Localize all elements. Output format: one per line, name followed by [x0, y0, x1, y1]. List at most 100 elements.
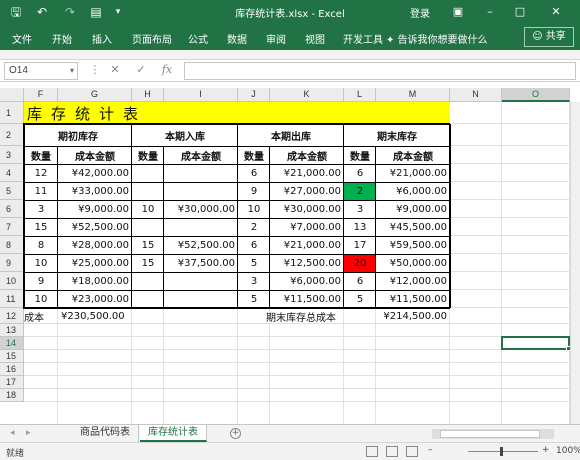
data-cell[interactable]: ¥23,000.00 — [58, 290, 132, 308]
group-header-cell[interactable]: 期末库存 — [344, 124, 450, 146]
data-cell[interactable]: ¥33,000.00 — [58, 182, 132, 200]
row-header[interactable]: 12 — [0, 308, 24, 324]
data-cell[interactable]: 10 — [24, 254, 58, 272]
row-header[interactable]: 7 — [0, 218, 24, 236]
data-cell[interactable]: ¥30,000.00 — [270, 200, 344, 218]
data-cell[interactable] — [132, 272, 164, 290]
data-cell[interactable] — [164, 182, 238, 200]
tab-formulas[interactable]: 公式 — [188, 31, 208, 46]
sheet-tab-inventory[interactable]: 库存统计表 — [140, 425, 207, 442]
summary-label-cell[interactable]: 成本 — [24, 308, 58, 324]
tab-data[interactable]: 数据 — [227, 31, 247, 46]
data-cell[interactable] — [132, 290, 164, 308]
tab-insert[interactable]: 插入 — [92, 31, 112, 46]
zoom-slider[interactable] — [468, 451, 538, 452]
horizontal-scrollbar[interactable] — [432, 429, 554, 439]
sub-header-cell[interactable]: 成本金额 — [164, 146, 238, 164]
data-cell[interactable]: 5 — [238, 254, 270, 272]
zoom-out-icon[interactable]: – — [428, 445, 433, 455]
summary-end-label-cell[interactable]: 期末库存总成本 — [238, 308, 376, 324]
data-cell[interactable]: 10 — [238, 200, 270, 218]
row-header[interactable]: 17 — [0, 376, 24, 389]
column-header[interactable]: N — [450, 88, 502, 102]
column-header[interactable]: I — [164, 88, 238, 102]
sheet-title-cell[interactable]: 库存统计表 — [24, 102, 450, 124]
data-cell[interactable]: ¥21,000.00 — [270, 164, 344, 182]
worksheet-grid[interactable]: F G H I J K L M N O 1 2 3 4 5 6 7 8 9 10 11 12 13 14 15 16 17 18 库存统… — [0, 88, 580, 424]
sub-header-cell[interactable]: 成本金额 — [58, 146, 132, 164]
group-header-cell[interactable]: 期初库存 — [24, 124, 132, 146]
minimize-icon[interactable]: – — [480, 2, 500, 22]
sub-header-cell[interactable]: 成本金额 — [270, 146, 344, 164]
normal-view-icon[interactable] — [366, 446, 378, 457]
sub-header-cell[interactable]: 成本金额 — [376, 146, 450, 164]
sub-header-cell[interactable]: 数量 — [24, 146, 58, 164]
data-cell[interactable]: ¥7,000.00 — [270, 218, 344, 236]
data-cell[interactable]: 15 — [132, 254, 164, 272]
row-header[interactable]: 2 — [0, 124, 24, 146]
column-header[interactable]: M — [376, 88, 450, 102]
row-header[interactable]: 3 — [0, 146, 24, 164]
share-button[interactable]: ☺ 共享 — [524, 27, 574, 47]
row-header[interactable]: 1 — [0, 102, 24, 124]
tab-home[interactable]: 开始 — [52, 31, 72, 46]
group-header-cell[interactable]: 本期出库 — [238, 124, 344, 146]
vertical-scrollbar[interactable] — [570, 102, 580, 424]
row-header[interactable]: 8 — [0, 236, 24, 254]
next-sheet-icon[interactable]: ▸ — [26, 428, 31, 438]
data-cell[interactable]: 13 — [344, 218, 376, 236]
page-break-view-icon[interactable] — [406, 446, 418, 457]
data-cell[interactable] — [164, 164, 238, 182]
data-cell[interactable]: 6 — [344, 164, 376, 182]
tab-page-layout[interactable]: 页面布局 — [132, 31, 172, 46]
cancel-icon[interactable]: ✕ — [108, 63, 122, 76]
data-cell[interactable]: 5 — [238, 290, 270, 308]
tab-view[interactable]: 视图 — [305, 31, 325, 46]
data-cell[interactable]: 2 — [238, 218, 270, 236]
zoom-in-icon[interactable]: + — [542, 445, 550, 455]
ribbon-display-icon[interactable]: ▣ — [448, 2, 468, 22]
data-cell[interactable]: 15 — [24, 218, 58, 236]
chevron-down-icon[interactable]: ▾ — [70, 63, 74, 79]
row-header[interactable]: 14 — [0, 337, 24, 350]
sheet-tab-product-codes[interactable]: 商品代码表 — [72, 425, 139, 442]
prev-sheet-icon[interactable]: ◂ — [10, 428, 15, 438]
data-cell[interactable]: 17 — [344, 236, 376, 254]
data-cell[interactable]: ¥25,000.00 — [58, 254, 132, 272]
summary-value-cell[interactable]: ¥230,500.00 — [58, 308, 164, 324]
column-header[interactable]: G — [58, 88, 132, 102]
data-cell[interactable]: ¥12,500.00 — [270, 254, 344, 272]
data-cell[interactable]: ¥52,500.00 — [58, 218, 132, 236]
data-cell[interactable]: ¥6,000.00 — [376, 182, 450, 200]
sub-header-cell[interactable]: 数量 — [238, 146, 270, 164]
data-cell[interactable]: ¥9,000.00 — [376, 200, 450, 218]
data-cell[interactable]: 11 — [24, 182, 58, 200]
column-header[interactable]: O — [502, 88, 570, 102]
function-icon[interactable]: fx — [160, 63, 174, 76]
data-cell[interactable]: 15 — [132, 236, 164, 254]
data-cell[interactable]: ¥42,000.00 — [58, 164, 132, 182]
add-sheet-icon[interactable]: + — [230, 428, 241, 439]
column-header[interactable]: J — [238, 88, 270, 102]
zoom-slider-thumb[interactable] — [500, 447, 503, 456]
row-header[interactable]: 4 — [0, 164, 24, 182]
row-header[interactable]: 16 — [0, 363, 24, 376]
tell-me-box[interactable]: ✦ 告诉我你想要做什么 — [386, 31, 488, 46]
data-cell[interactable]: 6 — [344, 272, 376, 290]
active-cell-selection[interactable] — [501, 336, 570, 350]
data-cell[interactable]: ¥21,000.00 — [376, 164, 450, 182]
data-cell[interactable]: ¥37,500.00 — [164, 254, 238, 272]
sub-header-cell[interactable]: 数量 — [132, 146, 164, 164]
column-header[interactable]: H — [132, 88, 164, 102]
tab-review[interactable]: 审阅 — [266, 31, 286, 46]
data-cell[interactable]: 3 — [238, 272, 270, 290]
tab-file[interactable]: 文件 — [12, 31, 32, 46]
data-cell[interactable]: 10 — [132, 200, 164, 218]
row-header[interactable]: 15 — [0, 350, 24, 363]
column-header[interactable]: L — [344, 88, 376, 102]
data-cell[interactable]: ¥6,000.00 — [270, 272, 344, 290]
select-all-corner[interactable] — [0, 88, 24, 102]
data-cell[interactable]: ¥9,000.00 — [58, 200, 132, 218]
data-cell[interactable]: ¥11,500.00 — [376, 290, 450, 308]
data-cell[interactable]: 12 — [24, 164, 58, 182]
